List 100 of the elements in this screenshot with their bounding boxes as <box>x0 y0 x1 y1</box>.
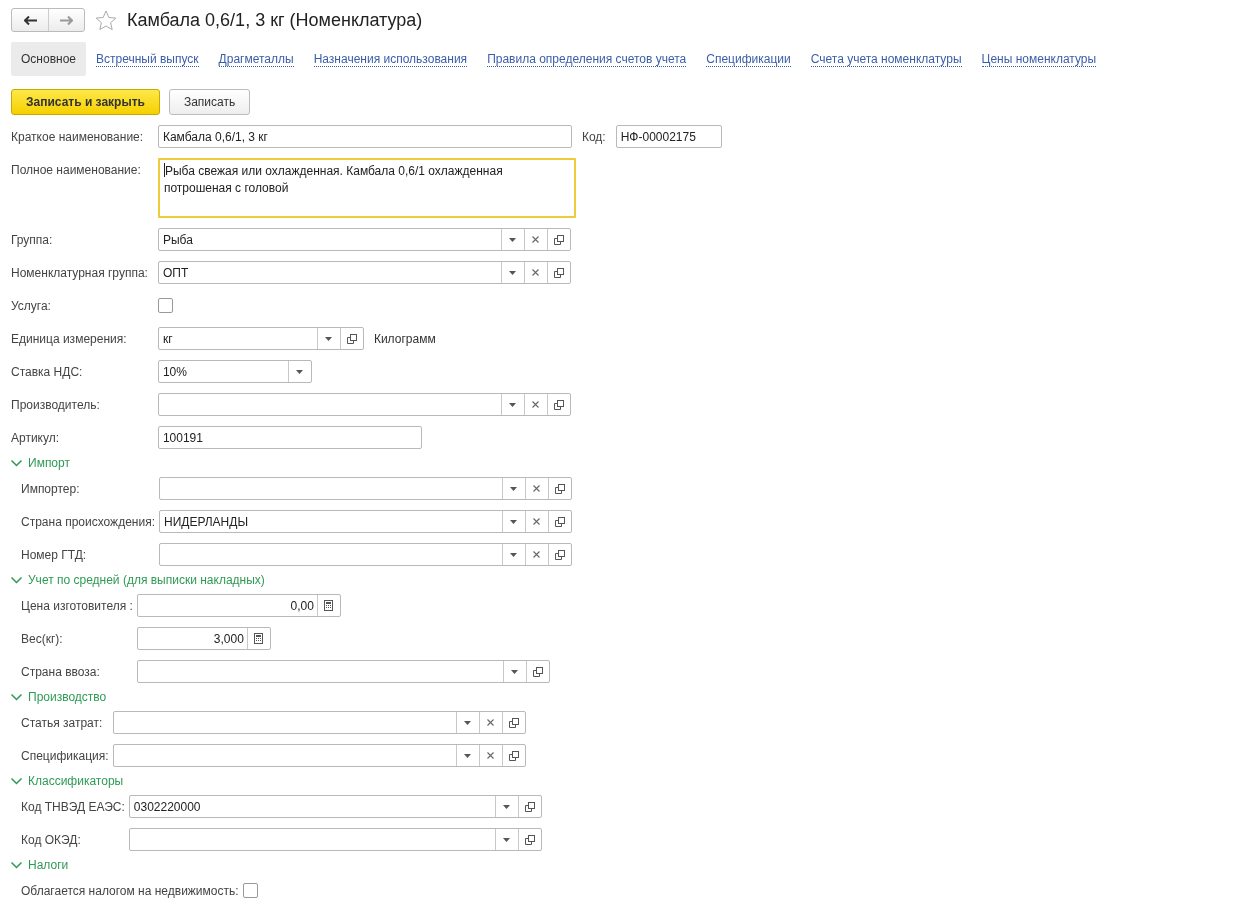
dropdown-field[interactable]: 10% <box>157 360 312 383</box>
field-label: Код ТНВЭД ЕАЭС: <box>21 799 125 814</box>
section-header[interactable]: Импорт <box>11 455 1243 471</box>
caret-down-icon <box>510 552 518 557</box>
checkbox[interactable] <box>242 883 258 898</box>
caret-down-icon <box>510 519 518 524</box>
tab[interactable]: Правила определения счетов учета <box>477 42 697 76</box>
chevron-icon <box>11 459 22 467</box>
field-label: Вес(кг): <box>21 631 64 646</box>
field-label: Импортер: <box>21 481 81 496</box>
open-window-icon <box>524 834 535 845</box>
field-label: Полное наименование: <box>11 162 142 177</box>
chevron-icon <box>11 693 22 701</box>
reference-field[interactable]: кг <box>157 327 364 350</box>
field-label: Страна происхождения: <box>21 514 155 529</box>
section-header[interactable]: Классификаторы <box>11 773 1243 789</box>
caret-down-icon <box>511 669 519 674</box>
tab[interactable]: Спецификации <box>696 42 801 76</box>
close-icon <box>532 236 540 243</box>
chevron-icon <box>11 576 22 584</box>
input-field[interactable]: НФ-00002175 <box>615 125 722 148</box>
field-label: Код ОКЭД: <box>21 832 82 847</box>
open-window-icon <box>554 516 565 527</box>
close-icon <box>532 401 540 408</box>
tab[interactable]: Драгметаллы <box>208 42 304 76</box>
chevron-icon <box>11 861 22 869</box>
open-window-icon <box>524 801 535 812</box>
close-icon <box>532 269 540 276</box>
open-window-icon <box>554 549 565 560</box>
number-field[interactable]: 3,000 <box>136 627 271 650</box>
save-and-close-button[interactable]: Записать и закрыть <box>11 89 160 115</box>
field-label: Ставка НДС: <box>11 364 84 379</box>
tab[interactable]: Встречный выпуск <box>86 42 209 76</box>
open-window-icon <box>554 483 565 494</box>
caret-down-icon <box>464 720 472 725</box>
field-label: Краткое наименование: <box>11 129 145 144</box>
caret-down-icon <box>464 753 472 758</box>
open-window-icon <box>553 234 564 245</box>
field-label: Номер ГТД: <box>21 547 88 562</box>
caret-down-icon <box>503 837 511 842</box>
save-button[interactable]: Записать <box>168 89 251 115</box>
field-label: Облагается налогом на недвижимость: <box>21 883 239 898</box>
chevron-icon <box>11 777 22 785</box>
tab[interactable]: Основное <box>11 42 86 76</box>
caret-down-icon <box>510 486 518 491</box>
reference-field[interactable]: 0302220000 <box>128 795 542 818</box>
calculator-icon <box>254 633 264 644</box>
field-label: Код: <box>581 129 606 144</box>
text-area[interactable]: Рыба свежая или охлажденная. Камбала 0,6/1 охлажденная потрошеная с головой <box>157 158 576 218</box>
close-icon <box>533 551 541 558</box>
section-header[interactable]: Производство <box>11 689 1243 705</box>
input-field[interactable]: 100191 <box>157 426 422 449</box>
field-label: Спецификация: <box>21 748 109 763</box>
reference-field[interactable] <box>158 477 572 500</box>
unit-name: Килограмм <box>373 331 436 346</box>
tab[interactable]: Цены номенклатуры <box>971 42 1107 76</box>
field-label: Цена изготовителя : <box>21 598 133 613</box>
reference-field[interactable]: НИДЕРЛАНДЫ <box>158 510 572 533</box>
field-label: Услуга: <box>11 298 52 313</box>
field-label: Страна ввоза: <box>21 664 101 679</box>
arrow-right-icon <box>60 15 73 25</box>
reference-field[interactable]: Рыба <box>157 228 571 251</box>
checkbox[interactable] <box>157 298 173 313</box>
section-header[interactable]: Учет по средней (для выписки накладных) <box>11 572 1243 588</box>
arrow-left-icon <box>23 15 37 25</box>
field-label: Артикул: <box>11 430 61 445</box>
calculator-icon <box>324 600 334 611</box>
close-icon <box>533 485 541 492</box>
reference-field[interactable] <box>136 660 550 683</box>
open-window-icon <box>346 333 357 344</box>
open-window-icon <box>508 750 519 761</box>
number-field[interactable]: 0,00 <box>136 594 341 617</box>
star-icon[interactable] <box>95 9 117 31</box>
close-icon <box>533 518 541 525</box>
open-window-icon <box>532 666 543 677</box>
field-label: Номенклатурная группа: <box>11 265 148 280</box>
reference-field[interactable] <box>158 543 572 566</box>
reference-field[interactable]: ОПТ <box>157 261 571 284</box>
open-window-icon <box>553 267 564 278</box>
caret-down-icon <box>503 804 511 809</box>
field-label: Статья затрат: <box>21 715 104 730</box>
caret-down-icon <box>325 336 333 341</box>
field-label: Группа: <box>11 232 54 247</box>
close-icon <box>487 752 495 759</box>
caret-down-icon <box>509 237 517 242</box>
reference-field[interactable] <box>112 744 526 767</box>
reference-field[interactable] <box>112 711 526 734</box>
close-icon <box>487 719 495 726</box>
tab[interactable]: Счета учета номенклатуры <box>800 42 972 76</box>
open-window-icon <box>553 399 564 410</box>
tab[interactable]: Назначения использования <box>303 42 478 76</box>
caret-down-icon <box>296 369 304 374</box>
reference-field[interactable] <box>157 393 571 416</box>
field-label: Единица измерения: <box>11 331 128 346</box>
input-field[interactable]: Камбала 0,6/1, 3 кг <box>157 125 572 148</box>
section-header[interactable]: Налоги <box>11 857 1243 873</box>
caret-down-icon <box>509 270 517 275</box>
field-label: Производитель: <box>11 397 101 412</box>
open-window-icon <box>508 717 519 728</box>
reference-field[interactable] <box>128 828 542 851</box>
